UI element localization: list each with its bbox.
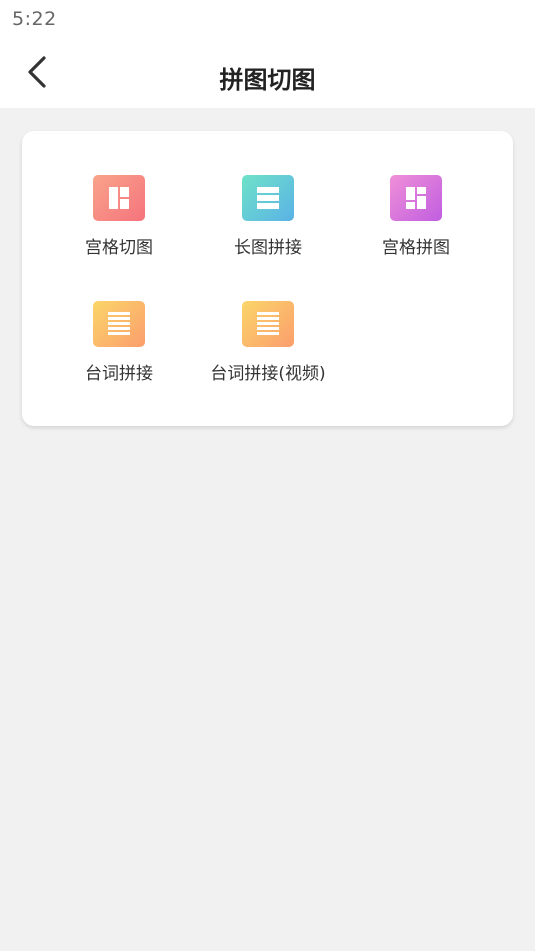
tool-long-stitch[interactable]: 长图拼接: [194, 175, 342, 275]
tool-grid-collage[interactable]: 宫格拼图: [342, 175, 490, 275]
subtitle-lines-video-icon: [242, 301, 294, 347]
tools-card: 宫格切图 长图拼接 宫格拼图 台词拼接 台词拼接(视频): [22, 131, 513, 426]
status-bar: 5:22: [0, 0, 535, 38]
status-time: 5:22: [12, 8, 57, 30]
tool-subtitle-stitch[interactable]: 台词拼接: [45, 301, 193, 401]
tool-grid-cut[interactable]: 宫格切图: [45, 175, 193, 275]
header-bar: 拼图切图: [0, 38, 535, 108]
tool-label: 台词拼接(视频): [210, 364, 326, 384]
grid-layout-icon: [93, 175, 145, 221]
subtitle-lines-icon: [93, 301, 145, 347]
tool-subtitle-stitch-video[interactable]: 台词拼接(视频): [194, 301, 342, 401]
page-title: 拼图切图: [219, 66, 316, 94]
tool-label: 宫格拼图: [382, 238, 450, 258]
stacked-rows-icon: [242, 175, 294, 221]
grid-collage-icon: [390, 175, 442, 221]
